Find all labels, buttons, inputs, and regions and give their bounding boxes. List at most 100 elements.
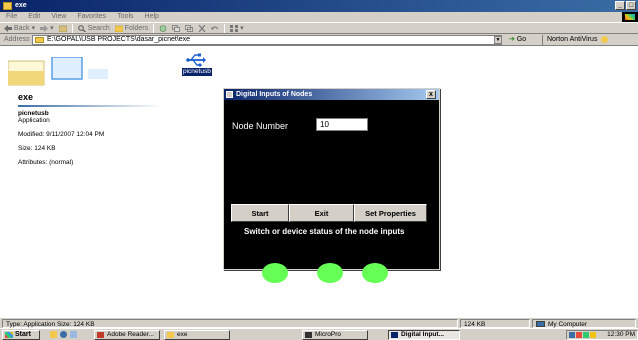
toolbar: Back ▾ ▾ Search Folders ▾ [0, 22, 638, 34]
input-led-3 [362, 263, 388, 283]
maximize-button[interactable]: □ [626, 1, 636, 10]
go-label: Go [516, 36, 527, 43]
folders-label: Folders [124, 24, 149, 32]
up-folder-button[interactable] [58, 25, 67, 32]
go-button[interactable]: ➜ Go [509, 35, 526, 45]
set-properties-button[interactable]: Set Properties [354, 204, 427, 222]
task-digital-input[interactable]: Digital Input... [388, 330, 460, 340]
window-titlebar[interactable]: exe _ □ [0, 0, 638, 12]
chevron-down-icon: ▾ [31, 25, 36, 32]
delete-icon [198, 24, 206, 32]
details-attributes: Attributes: (normal) [18, 159, 74, 166]
undo-button[interactable] [211, 25, 219, 32]
menu-view[interactable]: View [51, 12, 66, 22]
windows-flag-icon [5, 332, 13, 338]
views-icon [230, 24, 239, 32]
status-zone: My Computer [532, 319, 636, 328]
menu-file[interactable]: File [6, 12, 17, 22]
go-arrow-icon: ➜ [509, 36, 515, 43]
undo-icon [211, 26, 219, 30]
start-label: Start [15, 331, 31, 338]
back-button[interactable]: Back ▾ [4, 24, 35, 32]
address-dropdown-button[interactable]: ▼ [494, 36, 502, 44]
norton-label: Norton AntiVirus [547, 36, 598, 43]
windows-logo-icon [622, 12, 638, 22]
usb-icon [186, 53, 206, 67]
status-size: 124 KB [460, 319, 530, 328]
internet-explorer-icon[interactable] [60, 331, 67, 338]
minimize-button[interactable]: _ [615, 1, 625, 10]
micropro-icon [305, 332, 312, 338]
folders-button[interactable]: Folders [114, 24, 149, 32]
tray-icons [569, 332, 596, 338]
node-number-label: Node Number [232, 121, 289, 131]
digital-inputs-dialog: Digital Inputs of Nodes x Node Number St… [223, 88, 440, 283]
search-button[interactable]: Search [77, 24, 110, 32]
address-path: E:\GOPAL\USB PROJECTS\dasar_picnet\exe [47, 36, 191, 43]
copy-to-icon [185, 24, 194, 32]
address-label: Address [4, 36, 30, 43]
task-exe-folder[interactable]: exe [164, 330, 230, 340]
menu-help[interactable]: Help [145, 12, 159, 22]
status-type: Type: Application Size: 124 KB [2, 319, 458, 328]
menu-edit[interactable]: Edit [28, 12, 40, 22]
update-icon[interactable] [583, 332, 589, 338]
task-label: MicroPro [315, 331, 342, 338]
search-icon [77, 24, 86, 32]
node-number-input[interactable] [316, 118, 368, 131]
details-divider [18, 105, 163, 107]
toolbar-separator [153, 23, 155, 33]
folder-title: exe [18, 92, 34, 102]
dialog-close-button[interactable]: x [426, 90, 436, 99]
folders-icon [114, 25, 123, 32]
start-menu-button[interactable]: Start [2, 330, 40, 340]
file-item-label: picnetusb [182, 68, 212, 76]
input-led-1 [262, 263, 288, 283]
back-label: Back [14, 24, 30, 32]
folder-icon [167, 332, 174, 338]
exit-button[interactable]: Exit [289, 204, 354, 222]
norton-shield-icon [601, 35, 609, 43]
dialog-titlebar[interactable]: Digital Inputs of Nodes x [224, 89, 439, 100]
app-icon [226, 91, 233, 98]
copy-to-button[interactable] [185, 24, 194, 32]
search-label: Search [87, 24, 110, 32]
outlook-express-icon[interactable] [70, 331, 77, 338]
views-button[interactable]: ▾ [230, 24, 244, 32]
taskbar: Start Adobe Reader... exe MicroPro Digit… [0, 328, 638, 340]
folder-icon [35, 37, 44, 43]
clock: 12:30 PM [607, 331, 635, 338]
dialog-button-row: Start Exit Set Properties [231, 204, 427, 222]
up-folder-icon [58, 25, 67, 32]
back-arrow-icon [4, 24, 12, 32]
status-bar: Type: Application Size: 124 KB 124 KB My… [0, 317, 638, 328]
norton-tray-icon[interactable] [590, 332, 596, 338]
history-icon [159, 24, 167, 32]
switch-status-text: Switch or device status of the node inpu… [244, 227, 405, 236]
delete-button[interactable] [198, 24, 206, 32]
address-input[interactable]: E:\GOPAL\USB PROJECTS\dasar_picnet\exe [32, 35, 502, 45]
details-pane: exe picnetusb Application Modified: 9/11… [0, 47, 180, 317]
my-computer-icon [536, 321, 545, 328]
antivirus-icon[interactable] [576, 332, 582, 338]
start-button[interactable]: Start [231, 204, 289, 222]
move-to-icon [172, 24, 181, 32]
show-desktop-icon[interactable] [50, 331, 57, 338]
system-tray: 12:30 PM [566, 330, 638, 340]
app-icon [391, 332, 398, 338]
forward-button[interactable]: ▾ [40, 24, 54, 32]
network-icon[interactable] [569, 332, 575, 338]
task-label: exe [177, 331, 188, 338]
details-modified: Modified: 9/11/2007 12:04 PM [18, 131, 105, 138]
forward-arrow-icon [40, 24, 49, 32]
history-button[interactable] [159, 24, 167, 32]
menu-tools[interactable]: Tools [117, 12, 133, 22]
folder-banner-icon [8, 57, 108, 86]
task-adobe-reader[interactable]: Adobe Reader... [94, 330, 160, 340]
norton-antivirus-button[interactable]: Norton AntiVirus [542, 35, 609, 45]
input-led-2 [317, 263, 343, 283]
move-to-button[interactable] [172, 24, 181, 32]
menu-favorites[interactable]: Favorites [77, 12, 106, 22]
details-size: Size: 124 KB [18, 145, 56, 152]
task-micropro[interactable]: MicroPro [302, 330, 368, 340]
